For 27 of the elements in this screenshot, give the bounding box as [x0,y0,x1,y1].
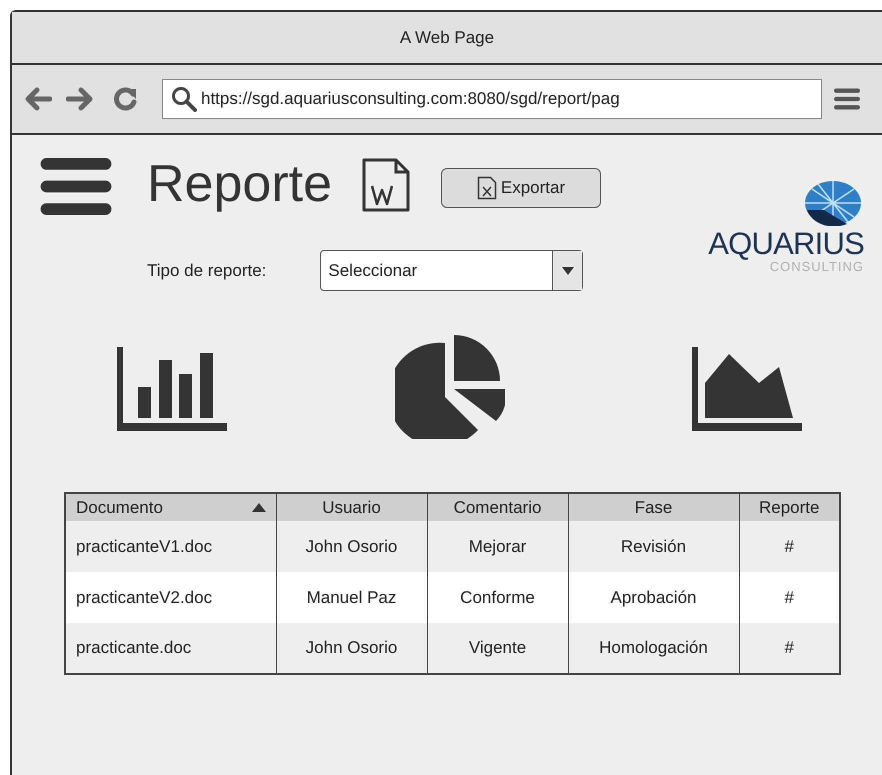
table-cell: Vigente [427,623,568,674]
filter-label: Tipo de reporte: [147,260,266,282]
pie-chart-icon[interactable] [395,335,505,439]
spreadsheet-file-icon [476,176,497,200]
window-title: A Web Page [400,26,494,49]
url-field[interactable]: https://sgd.aquariusconsulting.com:8080/sgd/report/pag [162,79,822,119]
logo-name: AQUARIUS [708,228,864,260]
table-cell: Homologación [568,623,739,674]
report-type-select[interactable]: Seleccionar [320,250,584,291]
reload-icon[interactable] [112,86,138,112]
url-text: https://sgd.aquariusconsulting.com:8080/sgd/report/pag [201,88,620,110]
table-cell: practicante.doc [65,623,276,674]
search-icon [171,86,197,112]
back-icon[interactable] [24,87,52,111]
table-cell: John Osorio [276,623,427,674]
area-chart-icon[interactable] [692,347,802,431]
menu-icon[interactable] [40,158,112,215]
table-cell: # [739,623,840,674]
page-title: Reporte [147,154,332,215]
word-document-icon[interactable] [362,158,410,212]
logo-tagline: CONSULTING [770,260,864,274]
dropdown-caret-icon [562,266,574,274]
globe-logo-icon [804,180,862,226]
bar-chart-icon[interactable] [117,347,227,431]
menu-icon[interactable] [834,87,860,111]
export-button[interactable]: Exportar [441,168,601,208]
forward-icon[interactable] [66,87,94,111]
